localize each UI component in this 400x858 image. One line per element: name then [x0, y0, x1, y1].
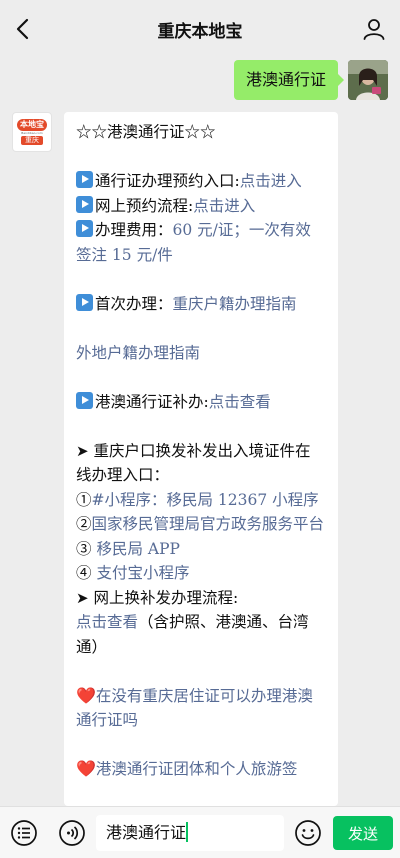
play-icon — [76, 195, 93, 213]
chat-title: 重庆本地宝 — [157, 21, 243, 42]
mini-program-link[interactable]: #小程序：移民局 12367 小程序 — [92, 491, 319, 509]
text-caret — [186, 822, 189, 842]
option-1: ①#小程序：移民局 12367 小程序 — [76, 490, 319, 509]
fee-line: 办理费用：60 元/证；一次有效签注 15 元/件 — [76, 220, 311, 264]
gov-platform-link[interactable]: 国家移民管理局官方政务服务平台 — [92, 515, 325, 533]
bot-avatar[interactable]: 本地宝 Bendibao.com 重庆 — [12, 112, 52, 152]
play-icon — [76, 220, 93, 237]
arrow-icon: ➤ — [76, 441, 89, 460]
section2-title: ➤ 网上换补发办理流程: — [76, 588, 239, 607]
residence-permit-link[interactable]: 在没有重庆居住证可以办理港澳通行证吗 — [76, 687, 313, 730]
outgoing-message: 港澳通行证 — [233, 60, 388, 100]
appointment-entry-line: 通行证办理预约入口:点击进入 — [76, 169, 326, 194]
tour-visa-link[interactable]: 港澳通行证团体和个人旅游签 — [96, 760, 298, 778]
voice-icon[interactable] — [58, 819, 86, 847]
logo-domain: Bendibao.com — [21, 131, 43, 135]
user-avatar-photo — [348, 60, 388, 100]
top-bar: 重庆本地宝 — [0, 0, 400, 58]
alipay-link[interactable]: 支付宝小程序 — [96, 564, 189, 582]
message-title: ☆☆港澳通行证☆☆ — [76, 123, 216, 141]
send-button[interactable]: 发送 — [333, 816, 393, 850]
section1-title: ➤ 重庆户口换发补发出入境证件在线办理入口： — [76, 441, 311, 485]
app-link[interactable]: 移民局 APP — [96, 540, 179, 558]
heart-icon: ❤️ — [76, 685, 96, 705]
user-avatar[interactable] — [348, 60, 388, 100]
chevron-left-icon[interactable] — [12, 17, 36, 41]
heart-icon: ❤️ — [76, 759, 96, 778]
first-time-line: 首次办理：重庆户籍办理指南 — [76, 292, 326, 317]
process-view-link[interactable]: 点击查看 — [76, 613, 138, 631]
outgoing-bubble[interactable]: 港澳通行证 — [233, 60, 345, 100]
emoji-icon[interactable] — [294, 819, 322, 847]
logo-text: 本地宝 — [17, 119, 47, 131]
option-3: ③ 移民局 APP — [76, 539, 180, 558]
arrow-icon: ➤ — [76, 588, 89, 607]
section2-body: 点击查看（含护照、港澳通、台湾通） — [76, 613, 309, 656]
person-icon[interactable] — [362, 17, 386, 41]
input-bar: 港澳通行证 发送 — [0, 806, 400, 858]
other-region-guide-link[interactable]: 外地户籍办理指南 — [76, 341, 326, 366]
reissue-line: 港澳通行证补办:点击查看 — [76, 390, 326, 415]
appointment-entry-link[interactable]: 点击进入 — [240, 172, 302, 190]
online-process-link[interactable]: 点击进入 — [193, 197, 255, 215]
online-process-line: 网上预约流程:点击进入 — [76, 194, 326, 219]
option-4: ④ 支付宝小程序 — [76, 564, 190, 582]
logo-city: 重庆 — [21, 136, 43, 145]
reissue-link[interactable]: 点击查看 — [209, 393, 271, 411]
message-input[interactable]: 港澳通行证 — [96, 815, 284, 851]
list-icon[interactable] — [10, 819, 38, 847]
question-2: ❤️港澳通行证团体和个人旅游签 — [76, 757, 326, 782]
option-2: ②国家移民管理局官方政务服务平台 — [76, 515, 325, 533]
incoming-bubble: ☆☆港澳通行证☆☆ 通行证办理预约入口:点击进入 网上预约流程:点击进入 办理费… — [64, 112, 338, 806]
question-1: ❤️在没有重庆居住证可以办理港澳通行证吗 — [76, 684, 326, 733]
play-icon — [76, 391, 93, 409]
chongqing-guide-link[interactable]: 重庆户籍办理指南 — [173, 295, 297, 313]
play-icon — [76, 171, 93, 188]
play-icon — [76, 293, 93, 311]
